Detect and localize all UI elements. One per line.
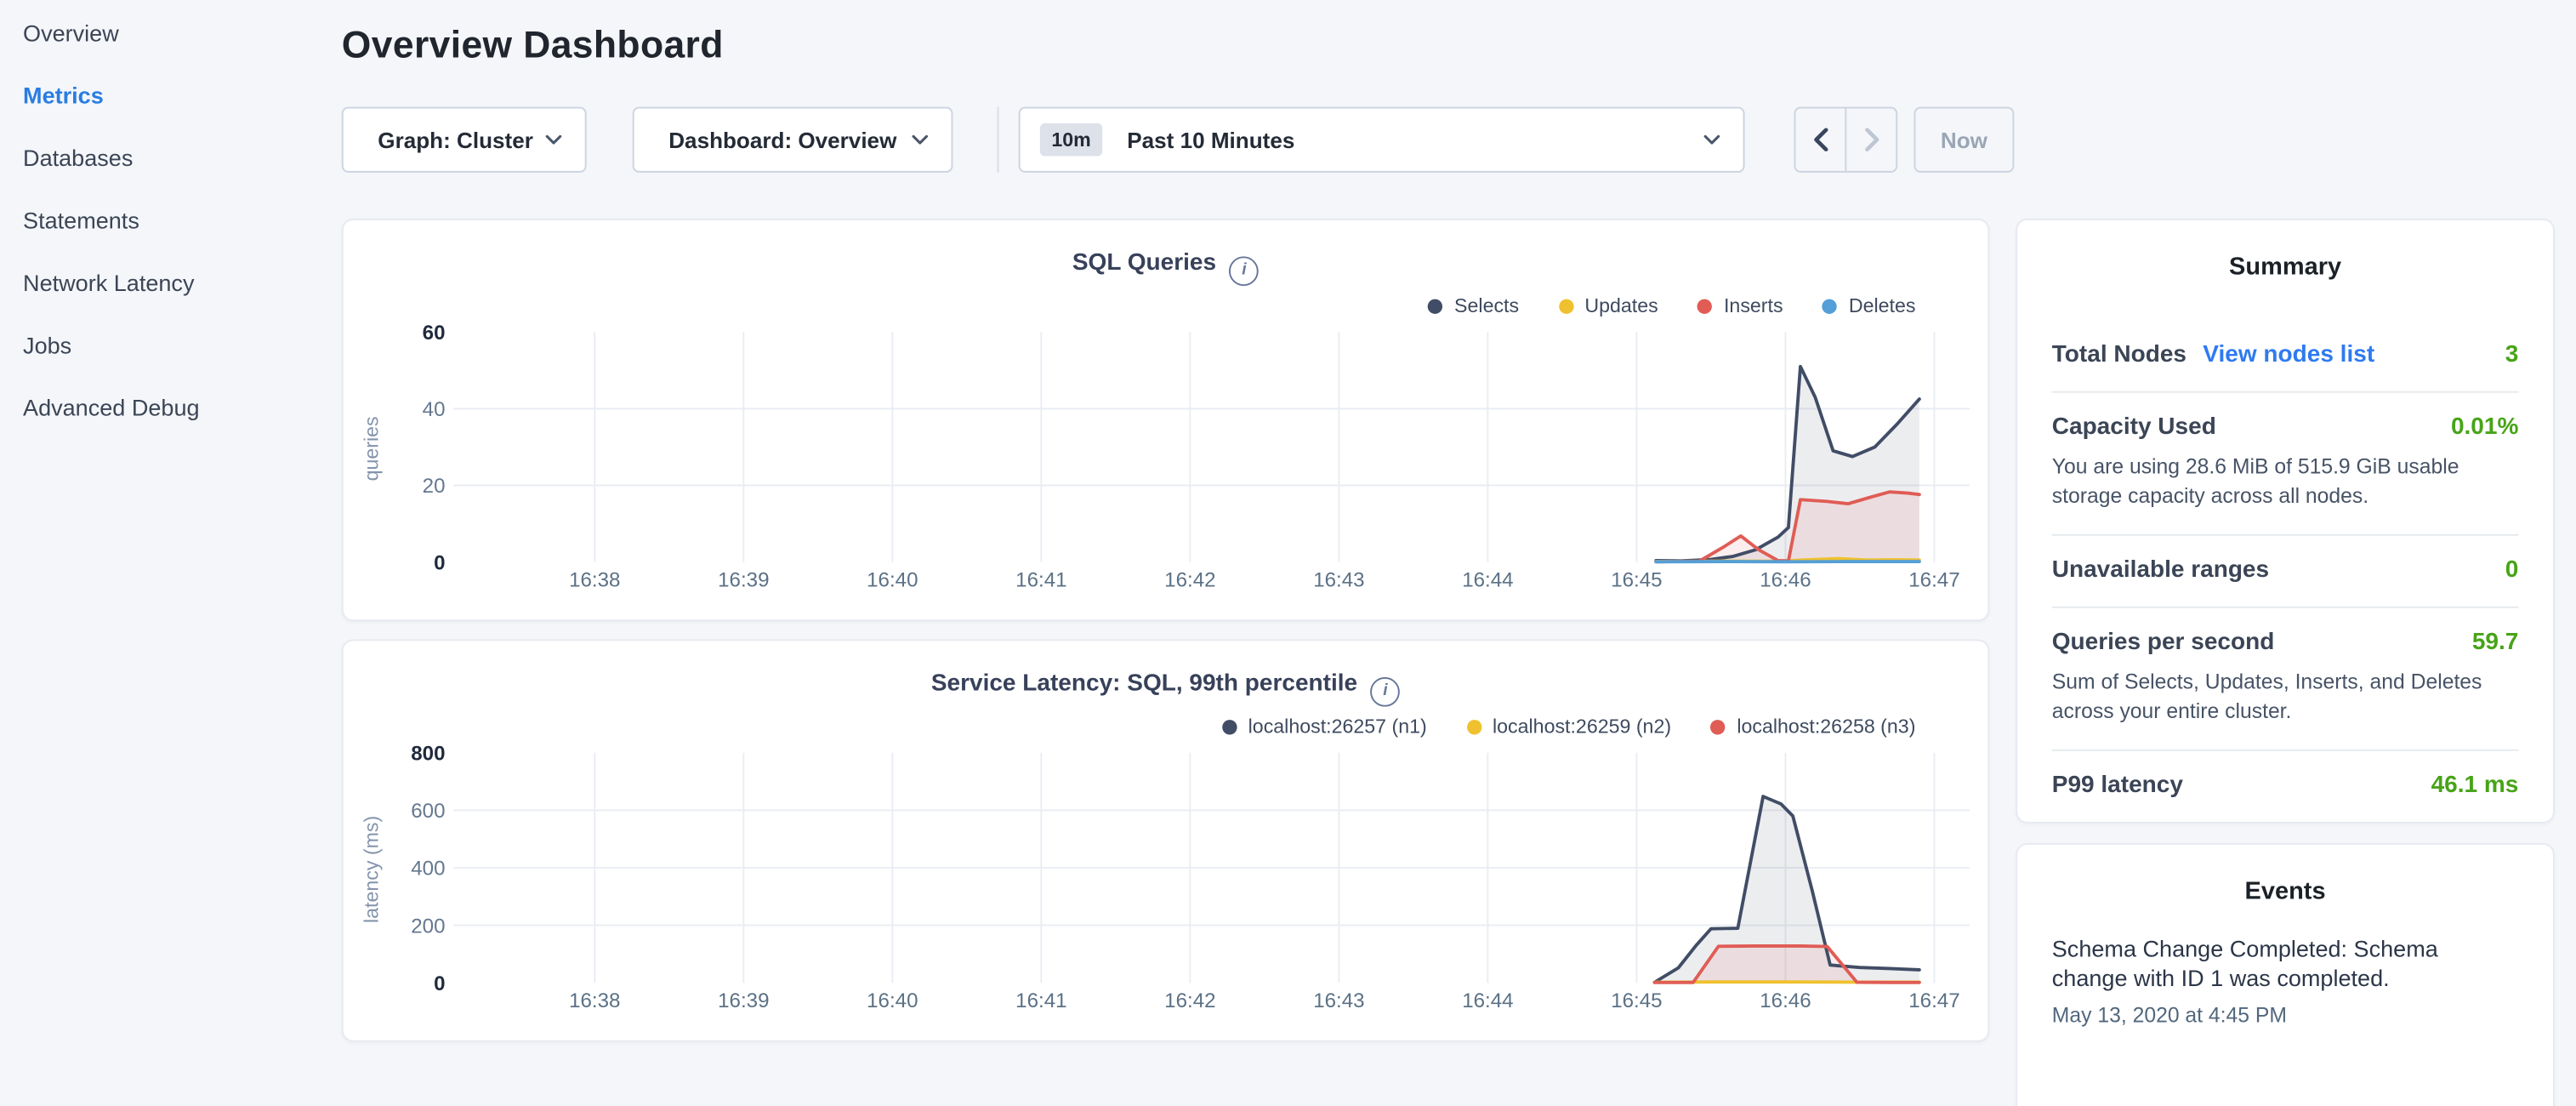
events-title: Events (2052, 878, 2519, 906)
prev-time-button[interactable] (1795, 108, 1845, 170)
x-tick-label: 16:45 (1611, 989, 1662, 1012)
page-title: Overview Dashboard (342, 23, 724, 67)
graph-dropdown[interactable]: Graph: Cluster (342, 107, 587, 173)
summary-row-label: Total Nodes (2052, 342, 2186, 368)
summary-row-line: Queries per second 59.7 (2052, 630, 2519, 656)
now-button[interactable]: Now (1914, 107, 2015, 173)
x-tick-label: 16:40 (867, 569, 918, 592)
x-tick-label: 16:39 (718, 989, 769, 1012)
event-timestamp: May 13, 2020 at 4:45 PM (2052, 1002, 2519, 1027)
sidebar-item-metrics[interactable]: Metrics (0, 64, 328, 126)
x-tick-label: 16:42 (1164, 989, 1215, 1012)
summary-row-subtext: You are using 28.6 MiB of 515.9 GiB usab… (2052, 452, 2519, 511)
sidebar-item-network-latency[interactable]: Network Latency (0, 252, 328, 314)
chevron-down-icon (1703, 134, 1720, 145)
x-tick-label: 16:40 (867, 989, 918, 1012)
summary-panel: Summary Total Nodes View nodes list 3 Capac… (2016, 219, 2555, 824)
summary-row: Queries per second 59.7 Sum of Selects, Up… (2052, 607, 2519, 750)
sidebar-item-overview[interactable]: Overview (0, 2, 328, 64)
events-list: Schema Change Completed: Schema change w… (2052, 935, 2519, 1027)
summary-row-line: Total Nodes View nodes list 3 (2052, 342, 2519, 368)
x-tick-label: 16:46 (1760, 989, 1811, 1012)
x-tick-label: 16:47 (1908, 569, 1959, 592)
sidebar: OverviewMetricsDatabasesStatementsNetwor… (0, 0, 328, 1053)
y-tick-label: 0 (434, 551, 445, 574)
summary-row-label: Queries per second (2052, 630, 2275, 656)
service-latency-chart-card: Service Latency: SQL, 99th percentilei l… (342, 639, 1990, 1041)
summary-row: Unavailable ranges 0 (2052, 534, 2519, 607)
y-tick-label: 40 (423, 398, 446, 421)
x-tick-label: 16:44 (1462, 989, 1513, 1012)
summary-row-subtext: Sum of Selects, Updates, Inserts, and De… (2052, 667, 2519, 727)
y-axis-label: queries (360, 416, 382, 481)
x-tick-label: 16:44 (1462, 569, 1513, 592)
x-tick-label: 16:41 (1015, 569, 1066, 592)
x-tick-label: 16:38 (569, 569, 620, 592)
summary-title: Summary (2052, 253, 2519, 281)
summary-row-value: 3 (2505, 342, 2519, 368)
chevron-left-icon (1813, 128, 1828, 151)
y-tick-label: 600 (411, 800, 445, 823)
toolbar-divider (998, 107, 999, 173)
summary-row-value: 0.01% (2451, 414, 2518, 441)
summary-row: P99 latency 46.1 ms (2052, 750, 2519, 822)
x-tick-label: 16:43 (1313, 569, 1364, 592)
sidebar-item-jobs[interactable]: Jobs (0, 314, 328, 376)
graph-dropdown-label: Graph: Cluster (378, 128, 533, 152)
y-tick-label: 0 (434, 972, 445, 995)
summary-row-label: Unavailable ranges (2052, 557, 2269, 584)
y-tick-label: 60 (423, 322, 446, 345)
x-tick-label: 16:46 (1760, 569, 1811, 592)
summary-rows: Total Nodes View nodes list 3 Capacity Used… (2052, 321, 2519, 822)
time-range-dropdown[interactable]: 10m Past 10 Minutes (1019, 107, 1745, 173)
next-time-button[interactable] (1845, 108, 1896, 170)
summary-row-line: P99 latency 46.1 ms (2052, 772, 2519, 799)
sidebar-item-statements[interactable]: Statements (0, 189, 328, 251)
y-tick-label: 20 (423, 475, 446, 498)
summary-row-line: Unavailable ranges 0 (2052, 557, 2519, 584)
y-tick-label: 200 (411, 915, 445, 938)
time-range-badge: 10m (1040, 123, 1102, 157)
view-nodes-link[interactable]: View nodes list (2203, 342, 2374, 368)
x-tick-label: 16:42 (1164, 569, 1215, 592)
y-tick-label: 400 (411, 858, 445, 881)
chevron-down-icon (545, 134, 561, 145)
sidebar-item-databases[interactable]: Databases (0, 127, 328, 189)
summary-row: Total Nodes View nodes list 3 (2052, 321, 2519, 391)
y-axis-label: latency (ms) (360, 816, 382, 923)
events-panel: Events Schema Change Completed: Schema c… (2016, 843, 2555, 1106)
summary-row-value: 46.1 ms (2431, 772, 2519, 799)
x-tick-label: 16:39 (718, 569, 769, 592)
chevron-right-icon (1864, 128, 1879, 151)
x-tick-label: 16:41 (1015, 989, 1066, 1012)
summary-row-line: Capacity Used 0.01% (2052, 414, 2519, 441)
summary-row-label: P99 latency (2052, 772, 2183, 799)
sidebar-item-advanced-debug[interactable]: Advanced Debug (0, 376, 328, 438)
sql-queries-chart-card: SQL Queriesi SelectsUpdatesInsertsDelete… (342, 219, 1990, 621)
time-step-group (1794, 107, 1897, 173)
x-tick-label: 16:47 (1908, 989, 1959, 1012)
y-tick-label: 800 (411, 742, 445, 765)
dashboard-dropdown-label: Dashboard: Overview (668, 128, 896, 152)
chevron-down-icon (912, 134, 928, 145)
summary-row-value: 59.7 (2472, 630, 2519, 656)
chart-plot: 0 200 400 600 800 16:38 16:39 16:40 16:41 16:42 16… (344, 641, 1992, 1043)
summary-row: Capacity Used 0.01% You are using 28.6 MiB… (2052, 391, 2519, 534)
x-tick-label: 16:45 (1611, 569, 1662, 592)
x-tick-label: 16:38 (569, 989, 620, 1012)
summary-row-value: 0 (2505, 557, 2519, 584)
time-range-label: Past 10 Minutes (1127, 128, 1703, 152)
chart-plot: 0 20 40 60 16:38 16:39 16:40 16:41 16:42 16:43 16:… (344, 220, 1992, 623)
event-text: Schema Change Completed: Schema change w… (2052, 935, 2519, 993)
dashboard-dropdown[interactable]: Dashboard: Overview (633, 107, 953, 173)
summary-row-label: Capacity Used (2052, 414, 2216, 441)
event-item[interactable]: Schema Change Completed: Schema change w… (2052, 935, 2519, 1027)
x-tick-label: 16:43 (1313, 989, 1364, 1012)
page: OverviewMetricsDatabasesStatementsNetwor… (0, 0, 2576, 1052)
